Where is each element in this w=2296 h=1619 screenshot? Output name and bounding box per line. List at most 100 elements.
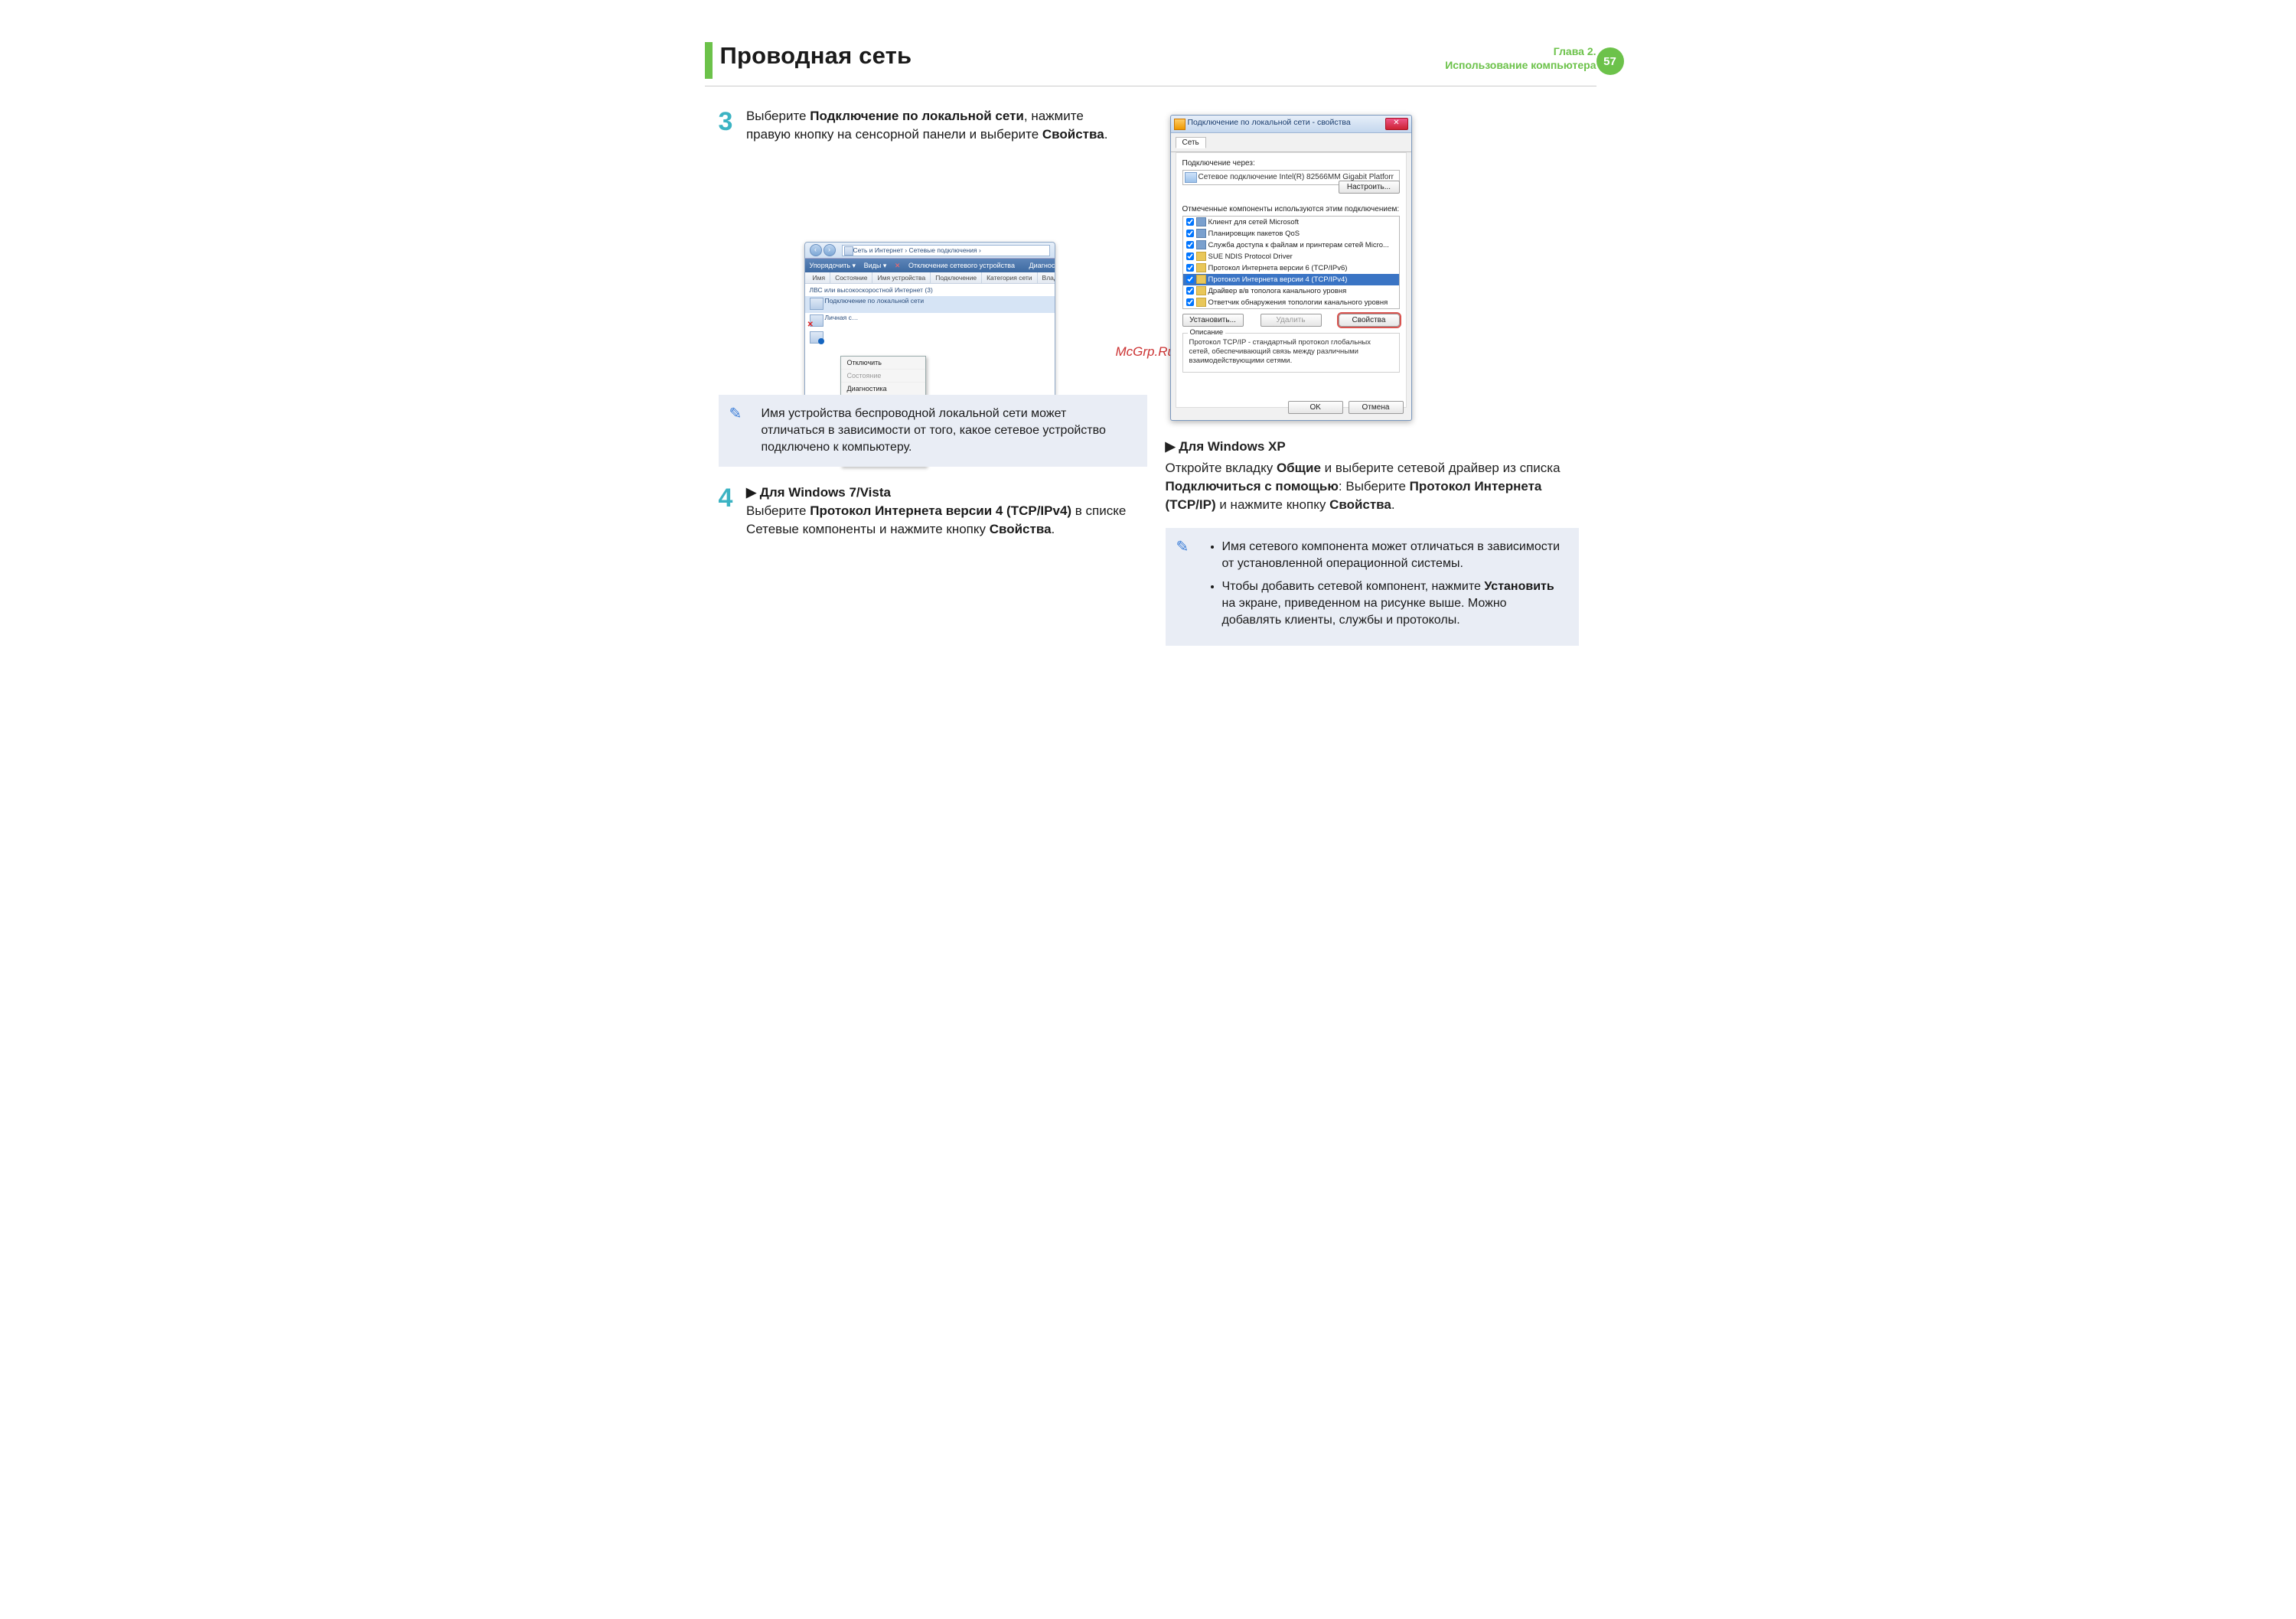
t: .: [1391, 497, 1395, 512]
step-3: 3 Выберите Подключение по локальной сети…: [719, 107, 1147, 144]
ctx-diagnose[interactable]: Диагностика: [841, 383, 925, 396]
nav-buttons: ‹›: [810, 244, 837, 256]
page-title: Проводная сеть: [720, 42, 912, 70]
breadcrumb[interactable]: Сеть и Интернет › Сетевые подключения ›: [842, 245, 1050, 256]
t: Выберите: [746, 109, 810, 123]
description-legend: Описание: [1188, 328, 1226, 337]
properties-dialog: Подключение по локальной сети - свойства…: [1170, 115, 1412, 421]
lan-disabled-icon: [810, 314, 823, 327]
xp-subhead: ▶ Для Windows XP: [1166, 439, 1579, 454]
configure-button[interactable]: Настроить...: [1339, 181, 1400, 194]
comp-checkbox[interactable]: [1186, 287, 1194, 295]
b: Подключение по локальной сети: [810, 109, 1024, 123]
comp-lltd-io[interactable]: Драйвер в/в тополога канального уровня: [1183, 285, 1399, 297]
dialog-titlebar: Подключение по локальной сети - свойства…: [1171, 116, 1411, 133]
components-list[interactable]: Клиент для сетей Microsoft Планировщик п…: [1182, 216, 1400, 309]
component-icon: [1196, 263, 1206, 272]
component-icon: [1196, 229, 1206, 238]
toolbar-organize[interactable]: Упорядочить ▾: [810, 262, 856, 269]
note-icon: ✎: [729, 406, 742, 422]
tab-network[interactable]: Сеть: [1176, 137, 1206, 148]
dialog-tabs: Сеть: [1171, 133, 1411, 152]
comp-ipv4[interactable]: Протокол Интернета версии 4 (TCP/IPv4): [1183, 274, 1399, 285]
comp-checkbox[interactable]: [1186, 298, 1194, 306]
comp-checkbox[interactable]: [1186, 275, 1194, 283]
connection-lan[interactable]: Подключение по локальной сети: [805, 296, 1055, 313]
note-bullet-2: Чтобы добавить сетевой компонент, нажмит…: [1222, 578, 1565, 629]
comp-checkbox[interactable]: [1186, 230, 1194, 237]
screenshot-lan-properties: Подключение по локальной сети - свойства…: [1166, 107, 1579, 427]
b: Подключиться с помощью: [1166, 479, 1339, 494]
window-titlebar: ‹› Сеть и Интернет › Сетевые подключения…: [805, 243, 1055, 259]
col-name[interactable]: Имя: [808, 272, 831, 283]
t: на экране, приведенном на рисунке выше. …: [1222, 597, 1507, 627]
comp-file-print[interactable]: Служба доступа к файлам и принтерам сете…: [1183, 239, 1399, 251]
connection-personal-label: Личная с…: [825, 313, 1055, 321]
nav-forward-icon[interactable]: ›: [823, 244, 836, 256]
connection-bluetooth[interactable]: [805, 330, 1055, 347]
note-icon: ✎: [1176, 539, 1189, 555]
comp-client-ms[interactable]: Клиент для сетей Microsoft: [1183, 217, 1399, 228]
adapter-icon: [1185, 172, 1197, 183]
toolbar-diagnose[interactable]: Диагностика по…: [1029, 262, 1055, 269]
close-button[interactable]: ✕: [1385, 118, 1408, 130]
group-header: ЛВС или высокоскоростной Интернет (3): [805, 284, 1055, 296]
component-buttons-row: Установить... Удалить Свойства: [1182, 314, 1400, 327]
comp-checkbox[interactable]: [1186, 241, 1194, 249]
step-3-text: Выберите Подключение по локальной сети, …: [746, 107, 1129, 144]
comp-qos[interactable]: Планировщик пакетов QoS: [1183, 228, 1399, 239]
comp-checkbox[interactable]: [1186, 218, 1194, 226]
connection-disabled-1[interactable]: Личная с…: [805, 313, 1055, 330]
col-device[interactable]: Имя устройства: [872, 272, 931, 283]
chapter-line-2: Использование компьютера: [1445, 58, 1596, 72]
description-frame: Описание Протокол TCP/IP - стандартный п…: [1182, 333, 1400, 373]
connect-via-label: Подключение через:: [1182, 159, 1400, 168]
step-4-subhead: ▶ Для Windows 7/Vista: [746, 485, 891, 500]
note-box-device-name: ✎ Имя устройства беспроводной локальной …: [719, 395, 1147, 467]
install-button[interactable]: Установить...: [1182, 314, 1244, 327]
chapter-label: Глава 2. Использование компьютера: [1445, 44, 1596, 72]
properties-button[interactable]: Свойства: [1339, 314, 1400, 327]
bluetooth-icon: [810, 331, 823, 344]
comp-checkbox[interactable]: [1186, 252, 1194, 260]
dialog-title: Подключение по локальной сети - свойства: [1188, 118, 1351, 127]
remove-button: Удалить: [1261, 314, 1322, 327]
step-4-text: ▶ Для Windows 7/Vista Выберите Протокол …: [746, 484, 1129, 539]
t: и нажмите кнопку: [1216, 497, 1329, 512]
ok-button[interactable]: OK: [1288, 401, 1343, 414]
comp-lltd-responder[interactable]: Ответчик обнаружения топологии канальног…: [1183, 297, 1399, 308]
toolbar-views[interactable]: Виды ▾: [864, 262, 887, 269]
column-headers: ИмяСостояниеИмя устройстваПодключениеКат…: [805, 272, 1055, 284]
b: Установить: [1484, 580, 1554, 593]
toolbar-disable-device[interactable]: ✕ Отключение сетевого устройства: [895, 262, 1021, 269]
note-text: Имя устройства беспроводной локальной се…: [762, 407, 1106, 454]
comp-checkbox[interactable]: [1186, 264, 1194, 272]
screenshot-network-connections: ‹› Сеть и Интернет › Сетевые подключения…: [719, 151, 1147, 381]
cancel-button[interactable]: Отмена: [1349, 401, 1404, 414]
comp-ipv6[interactable]: Протокол Интернета версии 6 (TCP/IPv6): [1183, 262, 1399, 274]
col-state[interactable]: Состояние: [830, 272, 872, 283]
col-connection[interactable]: Подключение: [931, 272, 982, 283]
b: Протокол Интернета версии 4 (TCP/IPv4): [810, 503, 1071, 518]
dialog-buttons: OK Отмена: [1285, 401, 1404, 414]
t: .: [1052, 522, 1055, 536]
t: : Выберите: [1339, 479, 1410, 494]
header-accent: [705, 42, 713, 79]
component-icon: [1196, 298, 1206, 307]
step-number-3: 3: [719, 107, 743, 137]
ctx-disable[interactable]: Отключить: [841, 357, 925, 370]
comp-sue-ndis[interactable]: SUE NDIS Protocol Driver: [1183, 251, 1399, 262]
nav-back-icon[interactable]: ‹: [810, 244, 822, 256]
description-text: Протокол TCP/IP - стандартный протокол г…: [1189, 338, 1393, 366]
note-bullet-1: Имя сетевого компонента может отличаться…: [1222, 539, 1565, 572]
components-label: Отмеченные компоненты используются этим …: [1182, 205, 1400, 213]
col-owner[interactable]: Владе: [1038, 272, 1055, 283]
connection-lan-label: Подключение по локальной сети: [825, 296, 1055, 305]
t: .: [1104, 127, 1108, 142]
component-icon: [1196, 217, 1206, 226]
t: и выберите сетевой драйвер из списка: [1321, 461, 1561, 475]
component-icon: [1196, 286, 1206, 295]
b: Общие: [1277, 461, 1321, 475]
step-number-4: 4: [719, 484, 743, 513]
col-category[interactable]: Категория сети: [982, 272, 1037, 283]
